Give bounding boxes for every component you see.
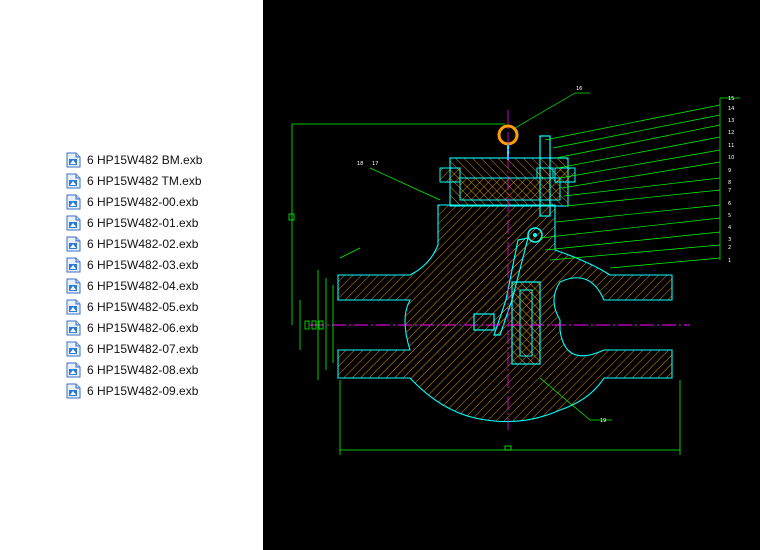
file-item[interactable]: 6 HP15W482-01.exb — [66, 212, 202, 233]
exb-file-icon — [66, 341, 81, 357]
part-balloon-label: 18 — [357, 161, 363, 167]
part-balloon-label: 4 — [728, 225, 731, 231]
exb-file-icon — [66, 257, 81, 273]
part-balloon-label: 7 — [728, 188, 731, 194]
exb-file-icon — [66, 278, 81, 294]
file-browser-panel: 6 HP15W482 BM.exb 6 HP15W482 TM.exb 6 HP15… — [0, 0, 263, 550]
file-item[interactable]: 6 HP15W482-00.exb — [66, 191, 202, 212]
exb-file-icon — [66, 173, 81, 189]
file-item[interactable]: 6 HP15W482 BM.exb — [66, 149, 202, 170]
exb-file-icon — [66, 299, 81, 315]
file-name: 6 HP15W482-05.exb — [87, 299, 199, 314]
file-item[interactable]: 6 HP15W482-08.exb — [66, 359, 202, 380]
part-balloon-label: 6 — [728, 201, 731, 207]
exb-file-icon — [66, 215, 81, 231]
part-balloon-label: 17 — [372, 161, 378, 167]
exb-file-icon — [66, 152, 81, 168]
exb-file-icon — [66, 320, 81, 336]
file-name: 6 HP15W482-00.exb — [87, 194, 199, 209]
exb-file-icon — [66, 236, 81, 252]
file-item[interactable]: 6 HP15W482-09.exb — [66, 380, 202, 401]
part-balloon-label: 12 — [728, 130, 734, 136]
valve-assembly-drawing[interactable]: 15 14 13 12 11 10 9 8 7 6 5 4 3 2 1 16 18 17 19 — [263, 0, 760, 550]
file-item[interactable]: 6 HP15W482 TM.exb — [66, 170, 202, 191]
part-balloon-label: 13 — [728, 118, 734, 124]
file-name: 6 HP15W482-06.exb — [87, 320, 199, 335]
file-item[interactable]: 6 HP15W482-03.exb — [66, 254, 202, 275]
exb-file-icon — [66, 194, 81, 210]
file-name: 6 HP15W482 BM.exb — [87, 152, 203, 167]
file-name: 6 HP15W482-04.exb — [87, 278, 199, 293]
file-name: 6 HP15W482-09.exb — [87, 383, 199, 398]
part-balloon-label: 1 — [728, 258, 731, 264]
exb-file-icon — [66, 383, 81, 399]
file-item[interactable]: 6 HP15W482-06.exb — [66, 317, 202, 338]
file-name: 6 HP15W482-01.exb — [87, 215, 199, 230]
part-balloon-label: 16 — [576, 86, 582, 92]
part-balloon-label: 19 — [600, 418, 606, 424]
part-balloon-label: 3 — [728, 237, 731, 243]
file-item[interactable]: 6 HP15W482-02.exb — [66, 233, 202, 254]
part-balloon-label: 10 — [728, 155, 734, 161]
part-balloon-label: 11 — [728, 143, 734, 149]
file-list: 6 HP15W482 BM.exb 6 HP15W482 TM.exb 6 HP15… — [66, 149, 202, 401]
file-name: 6 HP15W482-03.exb — [87, 257, 199, 272]
cad-drawing-viewport[interactable]: 15 14 13 12 11 10 9 8 7 6 5 4 3 2 1 16 18 17 19 — [263, 0, 760, 550]
file-item[interactable]: 6 HP15W482-07.exb — [66, 338, 202, 359]
part-balloon-label: 2 — [728, 245, 731, 251]
part-balloon-label: 8 — [728, 180, 731, 186]
part-balloon-label: 9 — [728, 168, 731, 174]
file-item[interactable]: 6 HP15W482-04.exb — [66, 275, 202, 296]
file-name: 6 HP15W482-07.exb — [87, 341, 199, 356]
part-balloon-label: 5 — [728, 213, 731, 219]
file-name: 6 HP15W482 TM.exb — [87, 173, 202, 188]
file-name: 6 HP15W482-08.exb — [87, 362, 199, 377]
file-name: 6 HP15W482-02.exb — [87, 236, 199, 251]
part-balloon-label: 15 — [728, 96, 734, 102]
valve-disc — [511, 281, 541, 365]
file-item[interactable]: 6 HP15W482-05.exb — [66, 296, 202, 317]
part-balloon-label: 14 — [728, 106, 734, 112]
exb-file-icon — [66, 362, 81, 378]
